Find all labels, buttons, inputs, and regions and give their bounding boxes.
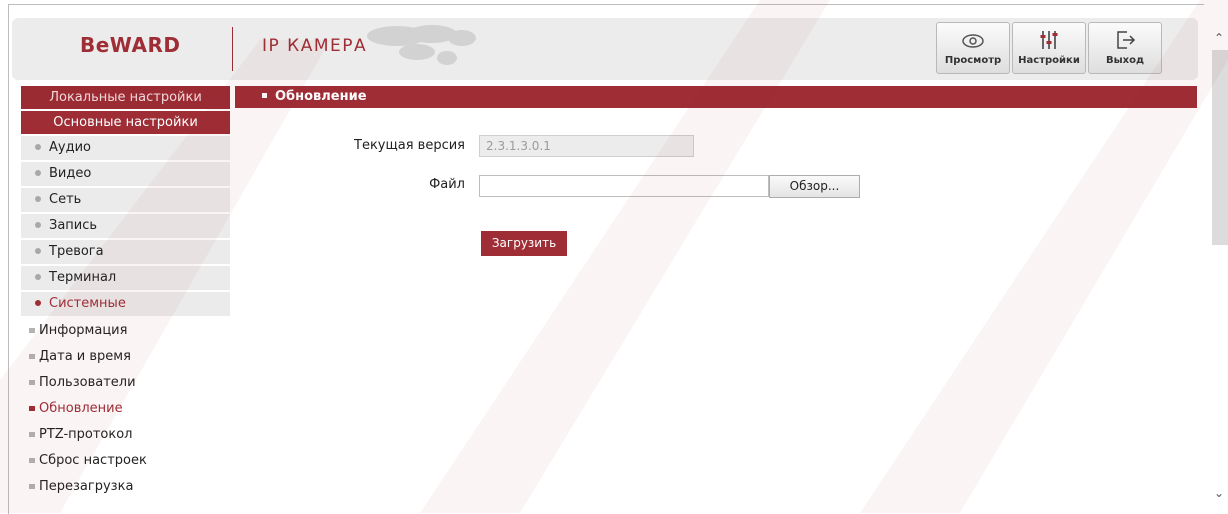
square-bullet-icon [29, 458, 35, 463]
scroll-down-icon[interactable]: ⌄ [1211, 485, 1227, 501]
sidebar-item-label: Системные [49, 296, 126, 311]
sidebar-local-settings[interactable]: Локальные настройки [21, 86, 230, 109]
sidebar-subitem-ptz[interactable]: PTZ-протокол [21, 422, 230, 448]
square-bullet-icon [29, 406, 35, 411]
upload-button[interactable]: Загрузить [481, 231, 567, 256]
bullet-icon [35, 222, 41, 228]
sidebar-item-video[interactable]: Видео [21, 162, 230, 186]
sidebar-subitem-label: Перезагрузка [39, 479, 134, 494]
sidebar-item-alarm[interactable]: Тревога [21, 240, 230, 264]
settings-button[interactable]: Настройки [1012, 22, 1086, 74]
exit-button-label: Выход [1105, 55, 1145, 66]
sidebar-item-terminal[interactable]: Терминал [21, 266, 230, 290]
sidebar-subitem-label: Обновление [39, 401, 123, 416]
sidebar-item-network[interactable]: Сеть [21, 188, 230, 212]
current-version-label: Текущая версия [354, 138, 465, 153]
sidebar-item-label: Тревога [49, 244, 104, 259]
app-header: BeWARD IP КАМЕРА Просмотр Настройки Выхо… [12, 18, 1198, 80]
sidebar-subitem-label: Пользователи [39, 375, 136, 390]
bullet-icon [35, 196, 41, 202]
square-bullet-icon [262, 93, 267, 98]
sidebar-item-system[interactable]: Системные [21, 292, 230, 316]
sidebar-subitem-label: Информация [39, 323, 128, 338]
file-path-input[interactable] [479, 175, 769, 197]
sliders-icon [1040, 31, 1058, 49]
sidebar: Локальные настройки Основные настройки А… [21, 86, 230, 500]
exit-button[interactable]: Выход [1088, 22, 1162, 74]
eye-icon [962, 34, 984, 48]
sidebar-subitem-update[interactable]: Обновление [21, 396, 230, 422]
scroll-up-icon[interactable]: ⌃ [1211, 30, 1227, 46]
sidebar-subitem-reset[interactable]: Сброс настроек [21, 448, 230, 474]
sidebar-item-label: Терминал [49, 270, 117, 285]
bullet-icon [35, 170, 41, 176]
sidebar-item-label: Запись [49, 218, 98, 233]
sidebar-subitem-datetime[interactable]: Дата и время [21, 344, 230, 370]
browse-button[interactable]: Обзор... [769, 175, 860, 198]
header-divider [232, 27, 233, 71]
section-title: Обновление [275, 89, 367, 104]
square-bullet-icon [29, 328, 35, 333]
section-title-bar: Обновление [235, 86, 1197, 108]
sidebar-subitem-reboot[interactable]: Перезагрузка [21, 474, 230, 500]
settings-button-label: Настройки [1018, 55, 1080, 66]
sidebar-item-label: Аудио [49, 140, 91, 155]
sidebar-main-settings[interactable]: Основные настройки [21, 111, 230, 134]
sidebar-subitem-label: PTZ-протокол [39, 427, 133, 442]
sidebar-subitem-users[interactable]: Пользователи [21, 370, 230, 396]
square-bullet-icon [29, 484, 35, 489]
sidebar-item-label: Видео [49, 166, 92, 181]
bullet-icon [35, 300, 41, 306]
square-bullet-icon [29, 432, 35, 437]
sidebar-subitem-info[interactable]: Информация [21, 318, 230, 344]
exit-icon [1117, 31, 1136, 49]
beward-logo: BeWARD [80, 33, 181, 57]
world-map-icon [367, 25, 476, 65]
sidebar-item-audio[interactable]: Аудио [21, 136, 230, 160]
sidebar-subitem-label: Дата и время [39, 349, 131, 364]
square-bullet-icon [29, 354, 35, 359]
view-button-label: Просмотр [944, 55, 1002, 66]
square-bullet-icon [29, 380, 35, 385]
current-version-field: 2.3.1.3.0.1 [479, 135, 694, 157]
view-button[interactable]: Просмотр [936, 22, 1010, 74]
bullet-icon [35, 274, 41, 280]
sidebar-item-recording[interactable]: Запись [21, 214, 230, 238]
scrollbar-thumb[interactable] [1212, 50, 1228, 245]
bullet-icon [35, 248, 41, 254]
bullet-icon [35, 144, 41, 150]
sidebar-item-label: Сеть [49, 192, 82, 207]
sidebar-subitem-label: Сброс настроек [39, 453, 147, 468]
file-label: Файл [429, 177, 465, 192]
